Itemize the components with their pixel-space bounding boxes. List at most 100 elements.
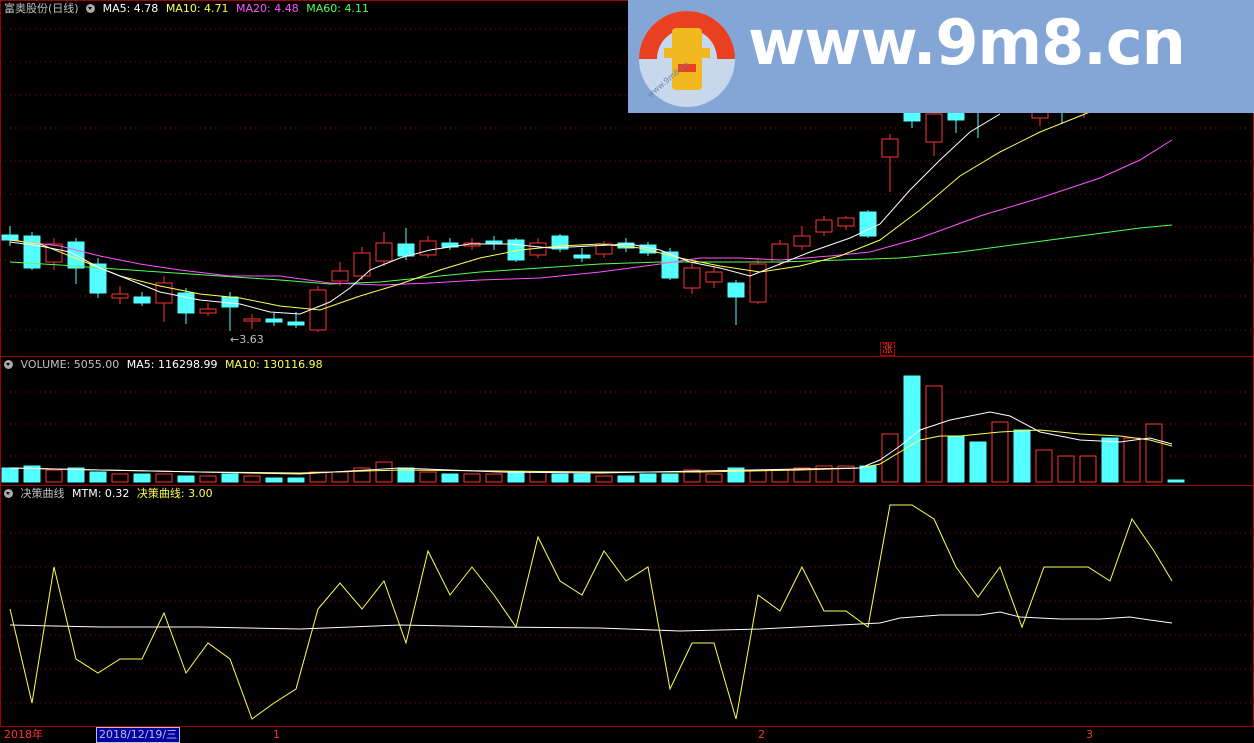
low-price-value: 3.63	[239, 333, 264, 346]
volume-ma10: MA10: 130116.98	[224, 358, 323, 371]
ma20-legend: MA20: 4.48	[236, 2, 299, 15]
volume-bar-up	[705, 473, 723, 483]
volume-bar-down	[507, 471, 525, 483]
volume-bar-up	[111, 473, 129, 483]
volume-value: VOLUME: 5055.00	[20, 358, 120, 371]
mtm-legend: MTM: 0.32	[72, 487, 130, 500]
volume-bar-up	[155, 473, 173, 483]
volume-bar-down	[1167, 479, 1185, 483]
indicator-chart[interactable]	[0, 485, 1254, 727]
candle-down	[397, 243, 415, 257]
candle-down	[265, 318, 283, 323]
ma60-line	[9, 224, 1173, 285]
low-arrow-icon: ←	[230, 333, 240, 346]
volume-legend: VOLUME: 5055.00 MA5: 116298.99 MA10: 130…	[4, 357, 327, 373]
indicator-name: 决策曲线	[20, 487, 65, 500]
panel-menu-icon[interactable]	[4, 489, 13, 498]
volume-bar-up	[1035, 449, 1053, 483]
low-price-marker: ←3.63	[230, 333, 264, 346]
candle-up	[837, 217, 855, 227]
volume-bar-down	[441, 473, 459, 483]
ma10-legend: MA10: 4.71	[165, 2, 229, 15]
volume-chart[interactable]	[0, 356, 1254, 486]
candle-up	[199, 308, 217, 314]
volume-bar-up	[1145, 423, 1163, 483]
watermark-text: www.9m8.cn	[748, 6, 1186, 79]
ma60-legend: MA60: 4.11	[306, 2, 369, 15]
volume-bar-up	[771, 469, 789, 483]
month-tick-1: 1	[273, 728, 280, 741]
candle-up	[375, 242, 393, 262]
volume-bar-up	[991, 421, 1009, 483]
indicator-legend: 决策曲线 MTM: 0.32 决策曲线: 3.00	[4, 486, 217, 502]
month-tick-2: 2	[758, 728, 765, 741]
volume-bar-up	[1057, 455, 1075, 483]
volume-bar-up	[1123, 437, 1141, 483]
volume-bar-down	[133, 473, 151, 483]
candle-up	[749, 263, 767, 303]
month-tick-3: 3	[1086, 728, 1093, 741]
volume-ma5: MA5: 116298.99	[126, 358, 218, 371]
watermark-logo-icon: www.9m8.cn	[639, 11, 735, 107]
cursor-date-label: 2018/12/19/三	[96, 727, 181, 743]
mtm-line	[9, 611, 1173, 632]
volume-bar-down	[265, 477, 283, 483]
year-label: 2018年	[4, 728, 43, 741]
volume-bar-up	[485, 473, 503, 483]
panel-menu-icon[interactable]	[4, 360, 13, 369]
limit-up-badge: 涨	[880, 342, 895, 356]
volume-bar-down	[903, 375, 921, 483]
candle-up	[111, 293, 129, 299]
volume-bar-up	[595, 475, 613, 483]
volume-bar-down	[287, 477, 305, 483]
ma5-legend: MA5: 4.78	[102, 2, 159, 15]
candle-up	[243, 318, 261, 322]
watermark-banner: www.9m8.cn www.9m8.cn	[628, 0, 1254, 113]
volume-bar-up	[375, 461, 393, 483]
volume-bar-up	[243, 475, 261, 483]
candle-up	[815, 219, 833, 233]
candle-up	[793, 235, 811, 247]
volume-bar-down	[67, 467, 85, 483]
volume-bar-down	[177, 475, 195, 483]
volume-bar-down	[639, 473, 657, 483]
volume-bar-down	[947, 435, 965, 483]
period-label: (日线)	[48, 2, 79, 15]
volume-bar-up	[1079, 455, 1097, 483]
volume-bar-down	[551, 473, 569, 483]
volume-bar-down	[221, 473, 239, 483]
volume-bar-down	[1, 467, 19, 483]
volume-bar-down	[1013, 429, 1031, 483]
volume-bar-up	[749, 469, 767, 483]
volume-bar-up	[529, 471, 547, 483]
volume-bar-down	[969, 441, 987, 483]
panel-menu-icon[interactable]	[86, 4, 96, 13]
price-legend: 富奥股份(日线) MA5: 4.78 MA10: 4.71 MA20: 4.48…	[4, 1, 373, 17]
volume-bar-down	[661, 473, 679, 483]
time-axis	[0, 726, 1254, 742]
ma20-line	[9, 139, 1173, 286]
candle-up	[45, 243, 63, 263]
candle-down	[133, 296, 151, 304]
volume-bar-down	[573, 473, 591, 483]
volume-bar-up	[331, 471, 349, 483]
candle-down	[573, 254, 591, 259]
volume-bar-down	[1101, 437, 1119, 483]
stock-name: 富奥股份	[4, 2, 48, 15]
curve-legend: 决策曲线: 3.00	[136, 487, 213, 500]
volume-bar-down	[617, 475, 635, 483]
candle-up	[683, 267, 701, 289]
volume-bar-up	[463, 473, 481, 483]
volume-bar-up	[925, 385, 943, 483]
candle-up	[881, 138, 899, 158]
volume-bar-down	[89, 471, 107, 483]
candle-down	[1, 234, 19, 241]
candle-down	[485, 240, 503, 244]
candle-up	[331, 270, 349, 282]
volume-bar-up	[45, 469, 63, 483]
candle-up	[419, 240, 437, 256]
candle-up	[705, 271, 723, 283]
candle-down	[727, 282, 745, 298]
volume-bar-down	[859, 465, 877, 483]
candle-down	[287, 321, 305, 326]
